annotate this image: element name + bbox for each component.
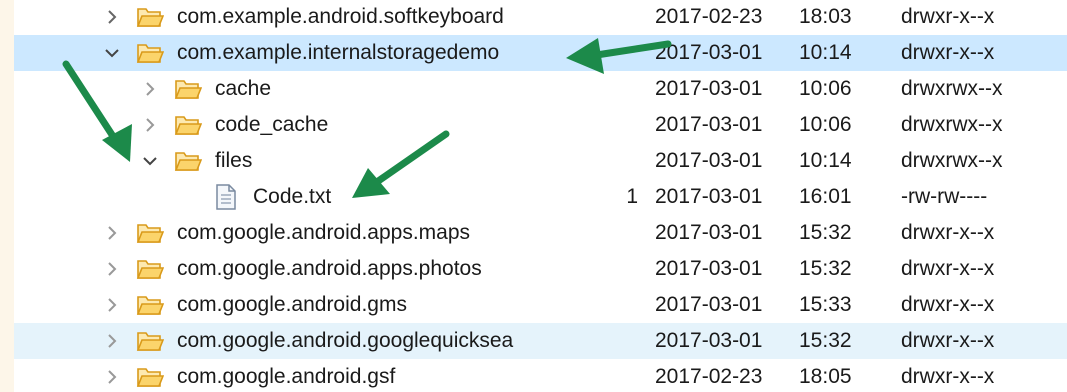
row-time: 10:06 (799, 113, 852, 136)
chevron-right-icon[interactable] (140, 79, 160, 99)
row-name: com.google.android.gsf (177, 365, 396, 388)
row-date: 2017-02-23 (655, 365, 763, 388)
row-permissions: drwxrwx--x (901, 77, 1003, 100)
chevron-right-icon[interactable] (102, 367, 122, 387)
folder-icon (136, 220, 165, 246)
row-date: 2017-02-23 (655, 5, 763, 28)
folder-icon (136, 256, 165, 282)
row-time: 10:14 (799, 41, 852, 64)
folder-icon (174, 76, 203, 102)
row-name: com.google.android.apps.photos (177, 257, 482, 280)
row-time: 15:32 (799, 221, 852, 244)
row-permissions: drwxr-x--x (901, 41, 995, 64)
row-date: 2017-03-01 (655, 185, 763, 208)
row-date: 2017-03-01 (655, 329, 763, 352)
row-date: 2017-03-01 (655, 77, 763, 100)
row-date: 2017-03-01 (655, 221, 763, 244)
chevron-right-icon[interactable] (102, 259, 122, 279)
row-time: 16:01 (799, 185, 852, 208)
row-permissions: drwxrwx--x (901, 113, 1003, 136)
tree-row-gsf[interactable]: com.google.android.gsf 2017-02-23 18:05 … (14, 359, 1067, 392)
tree-row-apps-photos[interactable]: com.google.android.apps.photos 2017-03-0… (14, 251, 1067, 287)
row-time: 18:05 (799, 365, 852, 388)
tree-row-code-txt[interactable]: Code.txt 1 2017-03-01 16:01 -rw-rw---- (14, 179, 1067, 215)
tree-row-googlequicksearch[interactable]: com.google.android.googlequicksea 2017-0… (14, 323, 1067, 359)
row-name: com.example.android.softkeyboard (177, 5, 504, 28)
file-explorer-tree: com.example.android.softkeyboard 2017-02… (14, 0, 1067, 392)
chevron-right-icon[interactable] (102, 331, 122, 351)
tree-row-code-cache[interactable]: code_cache 2017-03-01 10:06 drwxrwx--x (14, 107, 1067, 143)
row-permissions: drwxrwx--x (901, 149, 1003, 172)
chevron-down-icon[interactable] (102, 43, 122, 63)
folder-icon (136, 364, 165, 390)
row-time: 10:06 (799, 77, 852, 100)
row-permissions: drwxr-x--x (901, 5, 995, 28)
chevron-down-icon[interactable] (140, 151, 160, 171)
folder-open-icon (136, 40, 165, 66)
row-time: 18:03 (799, 5, 852, 28)
row-name: com.google.android.apps.maps (177, 221, 471, 244)
row-date: 2017-03-01 (655, 257, 763, 280)
tree-row-apps-maps[interactable]: com.google.android.apps.maps 2017-03-01 … (14, 215, 1067, 251)
row-permissions: drwxr-x--x (901, 329, 995, 352)
tree-row-cache[interactable]: cache 2017-03-01 10:06 drwxrwx--x (14, 71, 1067, 107)
chevron-right-icon[interactable] (140, 115, 160, 135)
row-time: 15:32 (799, 257, 852, 280)
folder-icon (136, 328, 165, 354)
chevron-right-icon[interactable] (102, 295, 122, 315)
row-permissions: drwxr-x--x (901, 365, 995, 388)
row-name: com.google.android.googlequicksea (177, 329, 514, 352)
chevron-right-icon[interactable] (102, 7, 122, 27)
row-time: 10:14 (799, 149, 852, 172)
row-time: 15:33 (799, 293, 852, 316)
folder-icon (136, 4, 165, 30)
tree-row-files[interactable]: files 2017-03-01 10:14 drwxrwx--x (14, 143, 1067, 179)
chevron-right-icon[interactable] (102, 223, 122, 243)
row-name: cache (215, 77, 272, 100)
folder-open-icon (174, 148, 203, 174)
folder-icon (174, 112, 203, 138)
row-date: 2017-03-01 (655, 113, 763, 136)
row-name: Code.txt (253, 185, 332, 208)
row-name: files (215, 149, 253, 172)
tree-row-gms[interactable]: com.google.android.gms 2017-03-01 15:33 … (14, 287, 1067, 323)
row-name: com.google.android.gms (177, 293, 407, 316)
row-permissions: drwxr-x--x (901, 257, 995, 280)
row-date: 2017-03-01 (655, 149, 763, 172)
folder-icon (136, 292, 165, 318)
row-permissions: drwxr-x--x (901, 293, 995, 316)
row-date: 2017-03-01 (655, 41, 763, 64)
row-permissions: -rw-rw---- (901, 185, 988, 208)
row-permissions: drwxr-x--x (901, 221, 995, 244)
row-date: 2017-03-01 (655, 293, 763, 316)
row-time: 15:32 (799, 329, 852, 352)
text-file-icon (214, 183, 238, 211)
row-size: 1 (626, 185, 638, 208)
tree-row-internalstoragedemo[interactable]: com.example.internalstoragedemo 2017-03-… (14, 35, 1067, 71)
row-name: code_cache (215, 113, 329, 136)
tree-row-softkeyboard[interactable]: com.example.android.softkeyboard 2017-02… (14, 0, 1067, 35)
row-name: com.example.internalstoragedemo (177, 41, 500, 64)
